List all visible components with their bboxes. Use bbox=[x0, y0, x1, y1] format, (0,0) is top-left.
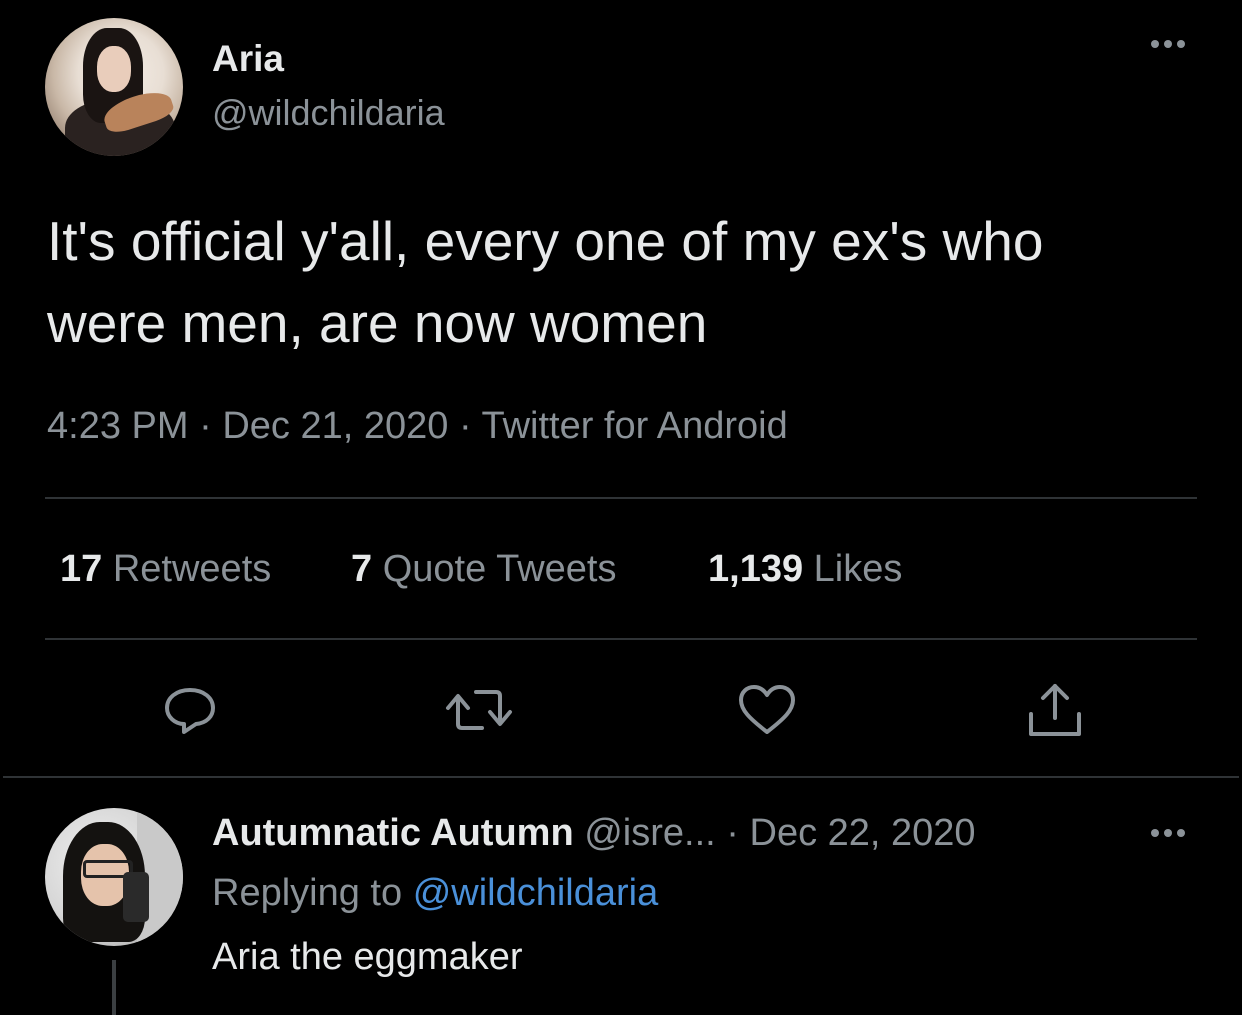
reply-author-avatar[interactable] bbox=[45, 808, 183, 946]
retweets-stat[interactable]: 17 Retweets bbox=[60, 548, 271, 591]
author-avatar[interactable] bbox=[45, 18, 183, 156]
reply-more-options-button[interactable] bbox=[1151, 829, 1185, 837]
tweet-stats: 17 Retweets 7 Quote Tweets 1,139 Likes bbox=[60, 548, 1160, 598]
tweet-time: 4:23 PM bbox=[47, 405, 189, 447]
tweet-source[interactable]: Twitter for Android bbox=[481, 405, 787, 447]
like-icon bbox=[739, 685, 795, 734]
quotes-count: 7 bbox=[351, 548, 373, 590]
divider bbox=[3, 776, 1239, 778]
retweet-icon bbox=[446, 690, 512, 730]
reply-button[interactable] bbox=[162, 682, 218, 738]
retweet-button[interactable] bbox=[444, 682, 514, 738]
more-icon bbox=[1151, 829, 1185, 837]
author-handle[interactable]: @wildchildaria bbox=[212, 92, 445, 134]
thread-line bbox=[112, 960, 116, 1015]
likes-label: Likes bbox=[813, 548, 903, 590]
divider bbox=[45, 638, 1197, 640]
share-button[interactable] bbox=[1025, 680, 1085, 740]
reply-text: Aria the eggmaker bbox=[212, 936, 523, 978]
retweets-label: Retweets bbox=[112, 548, 272, 590]
share-icon bbox=[1029, 684, 1081, 736]
replying-prefix: Replying to bbox=[212, 872, 403, 914]
more-options-button[interactable] bbox=[1151, 40, 1185, 48]
divider bbox=[45, 497, 1197, 499]
reply-icon bbox=[165, 688, 215, 734]
meta-separator: · bbox=[199, 405, 212, 447]
reply-header: Autumnatic Autumn @isre... · Dec 22, 202… bbox=[212, 812, 976, 855]
retweets-count: 17 bbox=[60, 548, 103, 590]
replying-mention[interactable]: @wildchildaria bbox=[413, 872, 659, 914]
tweet-text: It's official y'all, every one of my ex'… bbox=[47, 210, 1044, 354]
tweet-meta: 4:23 PM · Dec 21, 2020 · Twitter for And… bbox=[47, 405, 788, 448]
author-name[interactable]: Aria bbox=[212, 38, 284, 80]
likes-count: 1,139 bbox=[708, 548, 804, 590]
like-button[interactable] bbox=[737, 682, 797, 738]
reply-author-name[interactable]: Autumnatic Autumn bbox=[212, 812, 574, 854]
replying-to-line: Replying to @wildchildaria bbox=[212, 872, 658, 915]
quotes-stat[interactable]: 7 Quote Tweets bbox=[351, 548, 616, 591]
tweet-date: Dec 21, 2020 bbox=[222, 405, 449, 447]
quotes-label: Quote Tweets bbox=[382, 548, 617, 590]
reply-date[interactable]: Dec 22, 2020 bbox=[750, 812, 976, 854]
more-icon bbox=[1151, 40, 1185, 48]
reply-author-handle[interactable]: @isre... bbox=[584, 812, 715, 854]
likes-stat[interactable]: 1,139 Likes bbox=[708, 548, 902, 591]
reply-separator: · bbox=[726, 812, 739, 854]
meta-separator: · bbox=[458, 405, 472, 447]
